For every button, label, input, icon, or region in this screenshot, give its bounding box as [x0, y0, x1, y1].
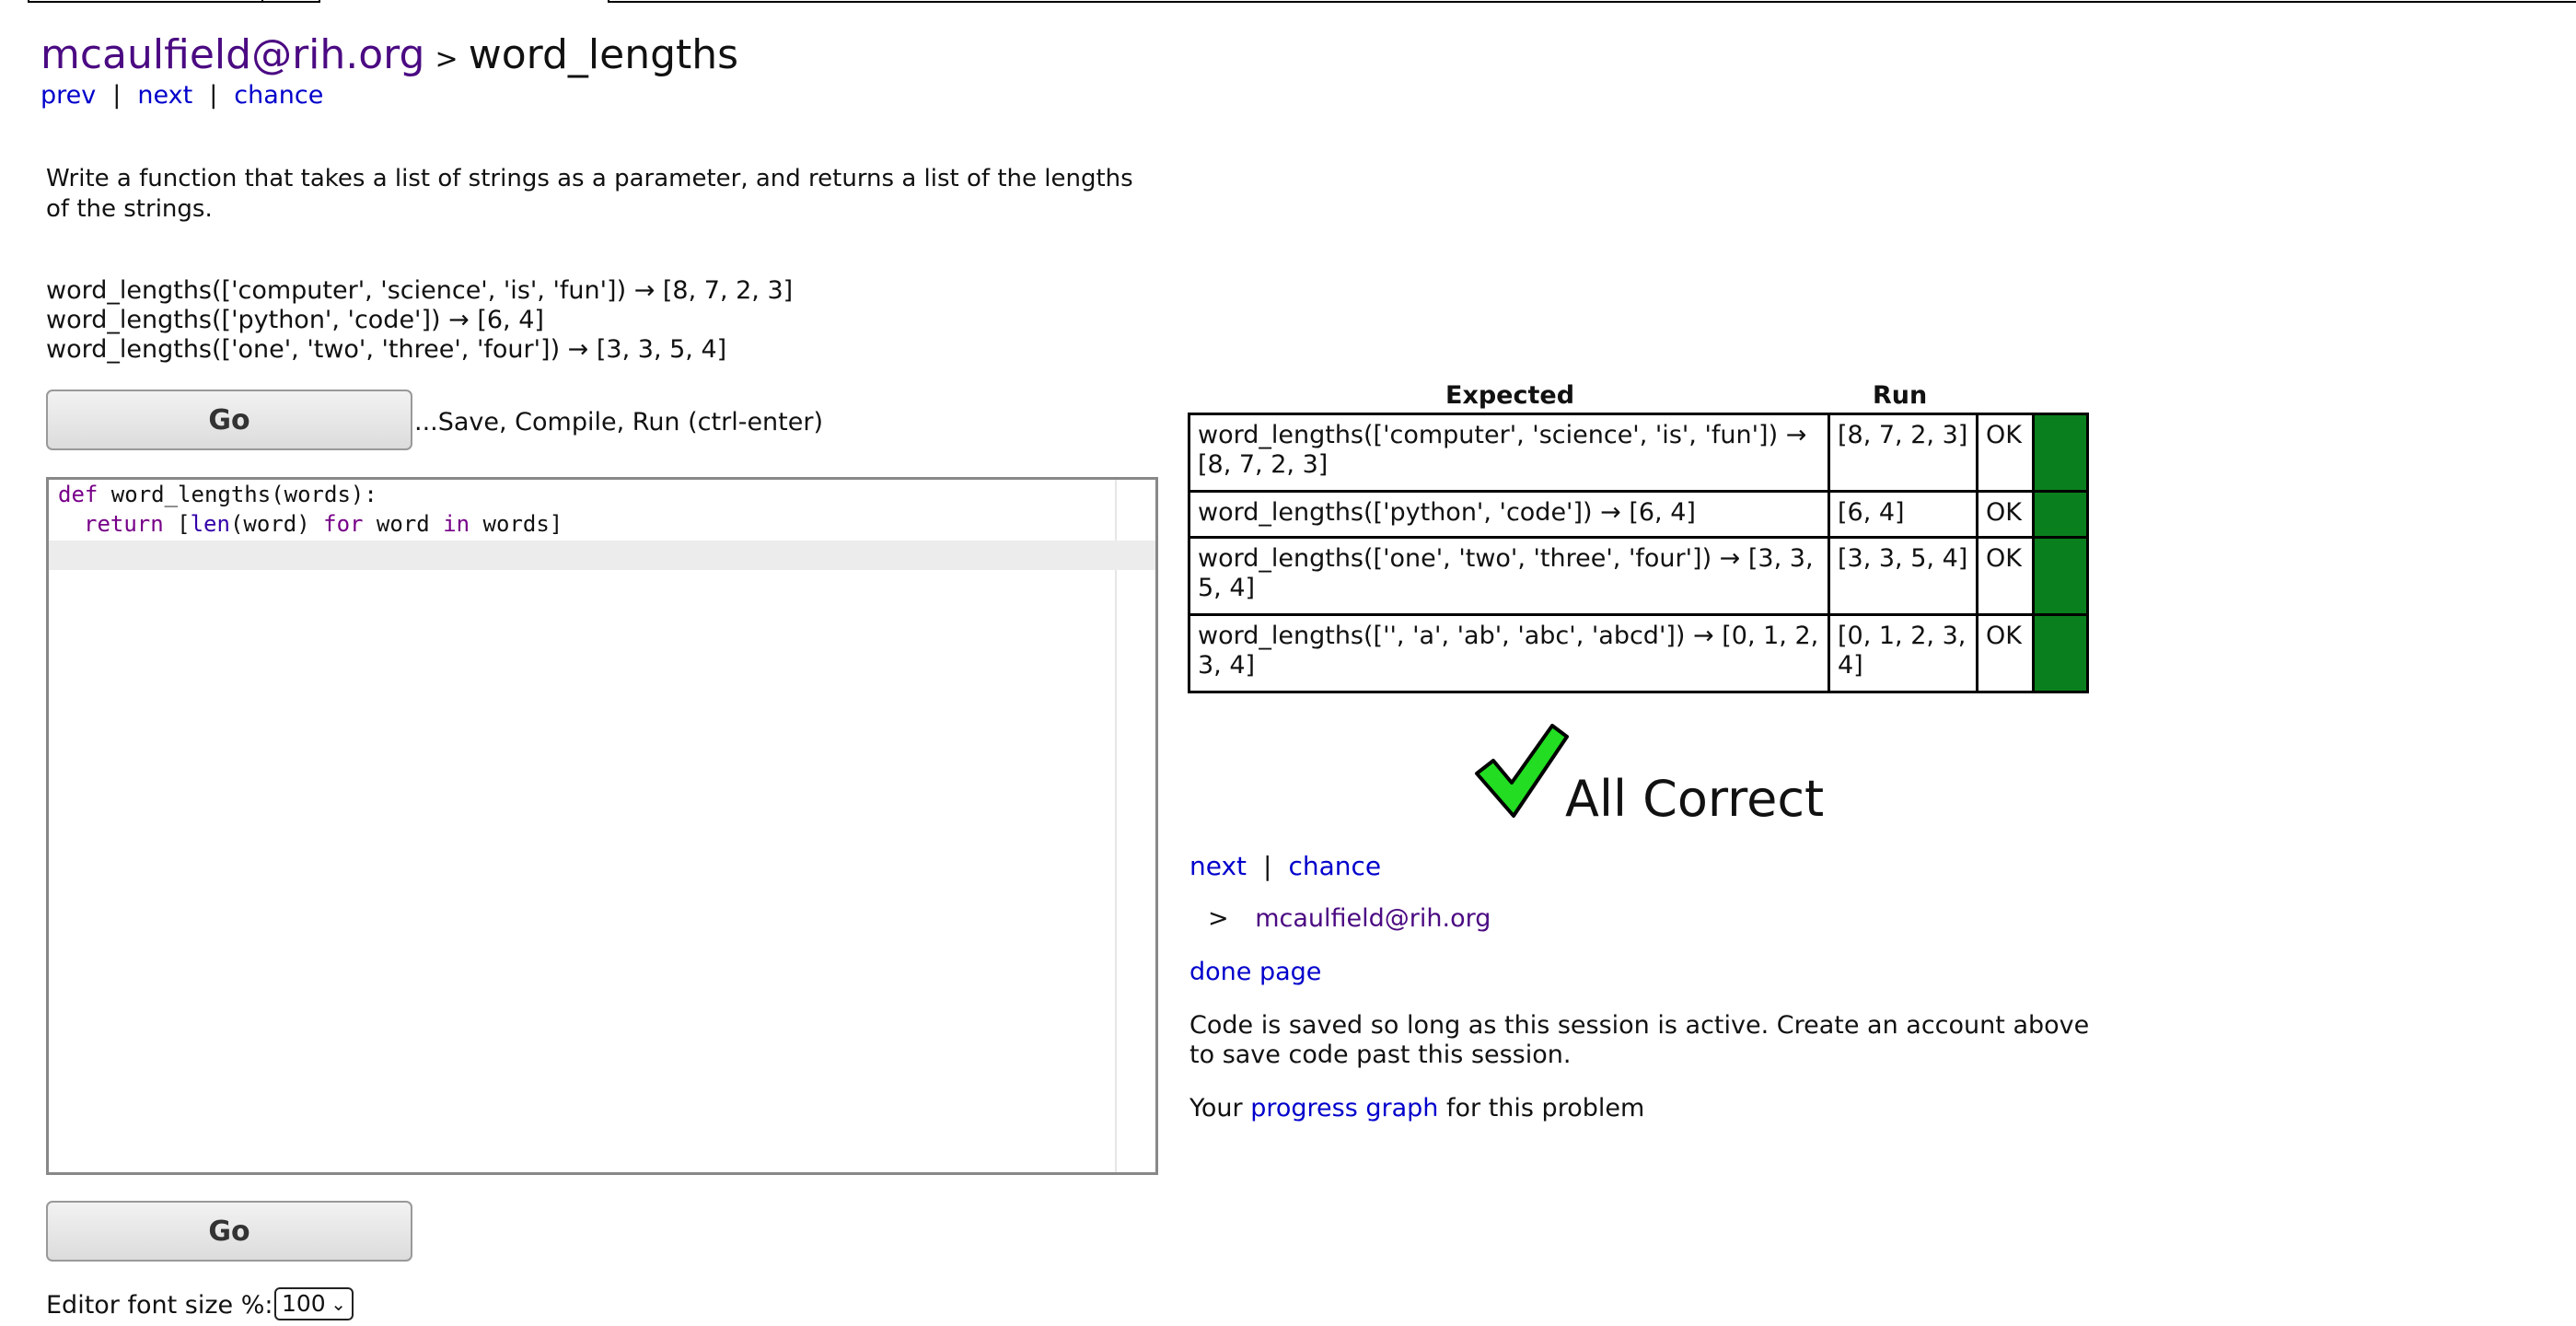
active-line-highlight: [49, 541, 1155, 570]
go-button[interactable]: Go: [46, 390, 412, 450]
status-cell: OK: [1976, 413, 2035, 493]
prompt-line: of the strings.: [46, 195, 213, 223]
font-size-select[interactable]: 100 ⌄: [274, 1287, 354, 1320]
example-line: word_lengths(['computer', 'science', 'is…: [46, 276, 794, 305]
user-link[interactable]: mcaulfield@rih.org: [41, 31, 424, 78]
expected-cell: word_lengths(['python', 'code']) → [6, 4…: [1188, 490, 1830, 539]
builtin: len: [190, 511, 230, 537]
expected-cell: word_lengths(['computer', 'science', 'is…: [1188, 413, 1830, 493]
breadcrumb: mcaulfield@rih.org > word_lengths: [41, 31, 738, 78]
keyword: def: [58, 482, 99, 507]
editor-margin-line: [1115, 480, 1117, 1172]
code-text: word_lengths(words):: [98, 482, 377, 507]
example-line: word_lengths(['python', 'code']) → [6, 4…: [46, 306, 544, 334]
table-row: word_lengths(['computer', 'science', 'is…: [1188, 413, 2089, 493]
chance-link-result[interactable]: chance: [1288, 851, 1381, 881]
results-table: word_lengths(['computer', 'science', 'is…: [1188, 413, 2089, 693]
run-cell: [6, 4]: [1828, 490, 1978, 539]
expected-cell: word_lengths(['', 'a', 'ab', 'abc', 'abc…: [1188, 613, 1830, 693]
result-nav: next | chance: [1189, 851, 1381, 881]
table-row: word_lengths(['one', 'two', 'three', 'fo…: [1188, 536, 2089, 616]
breadcrumb-separator: >: [1208, 904, 1229, 933]
go-hint: ...Save, Compile, Run (ctrl-enter): [414, 408, 823, 436]
code-text: word: [363, 511, 444, 537]
run-cell: [8, 7, 2, 3]: [1828, 413, 1978, 493]
nav-separator: |: [112, 81, 122, 110]
keyword: return: [84, 511, 164, 537]
pass-indicator: [2032, 490, 2089, 539]
save-notice-line: to save code past this session.: [1189, 1041, 1572, 1069]
checkmark-icon: [1475, 724, 1569, 818]
progress-row: Your progress graph for this problem: [1189, 1094, 1644, 1123]
nav-separator: |: [209, 81, 218, 110]
status-cell: OK: [1976, 613, 2035, 693]
table-row: word_lengths(['python', 'code']) → [6, 4…: [1188, 490, 2089, 539]
next-link-result[interactable]: next: [1189, 851, 1247, 881]
prev-link[interactable]: prev: [41, 81, 96, 110]
code-text: [: [163, 511, 191, 537]
status-cell: OK: [1976, 536, 2035, 616]
progress-suffix: for this problem: [1438, 1094, 1645, 1122]
user-link-result[interactable]: mcaulfield@rih.org: [1255, 904, 1491, 933]
example-line: word_lengths(['one', 'two', 'three', 'fo…: [46, 335, 727, 364]
top-tab-strip: [0, 0, 2576, 3]
chance-link[interactable]: chance: [234, 81, 323, 110]
save-notice-line: Code is saved so long as this session is…: [1189, 1011, 2090, 1040]
all-correct-message: All Correct: [1565, 770, 1825, 828]
code-editor[interactable]: def word_lengths(words): return [len(wor…: [46, 477, 1158, 1175]
table-row: word_lengths(['', 'a', 'ab', 'abc', 'abc…: [1188, 613, 2089, 693]
font-size-label: Editor font size %:: [46, 1291, 273, 1320]
status-cell: OK: [1976, 490, 2035, 539]
prompt-line: Write a function that takes a list of st…: [46, 165, 1133, 192]
code-line: def word_lengths(words):: [58, 480, 377, 509]
problem-nav: prev | next | chance: [41, 81, 323, 110]
problem-statement: Write a function that takes a list of st…: [46, 164, 1151, 225]
expected-cell: word_lengths(['one', 'two', 'three', 'fo…: [1188, 536, 1830, 616]
breadcrumb-separator: >: [435, 43, 458, 76]
header-expected: Expected: [1445, 381, 1575, 410]
save-notice: Code is saved so long as this session is…: [1189, 1011, 2089, 1070]
pass-indicator: [2032, 413, 2089, 493]
pass-indicator: [2032, 536, 2089, 616]
examples: word_lengths(['computer', 'science', 'is…: [46, 276, 793, 365]
font-size-value: 100: [282, 1290, 326, 1317]
progress-prefix: Your: [1189, 1094, 1251, 1122]
progress-graph-link[interactable]: progress graph: [1250, 1094, 1438, 1122]
code-text: words]: [470, 511, 563, 537]
done-page-row: done page: [1189, 958, 1321, 986]
go-button-bottom[interactable]: Go: [46, 1201, 412, 1262]
user-crumb: > mcaulfield@rih.org: [1208, 904, 1491, 933]
done-page-link[interactable]: done page: [1189, 958, 1321, 986]
code-line: return [len(word) for word in words]: [84, 509, 563, 539]
keyword: in: [443, 511, 470, 537]
nav-separator: |: [1263, 851, 1272, 881]
page-title: word_lengths: [468, 31, 739, 78]
header-run: Run: [1873, 381, 1928, 410]
pass-indicator: [2032, 613, 2089, 693]
tab-edge: [319, 0, 320, 3]
tab-underline: [28, 1, 319, 3]
next-link[interactable]: next: [137, 81, 192, 110]
run-cell: [3, 3, 5, 4]: [1828, 536, 1978, 616]
chevron-down-icon: ⌄: [331, 1293, 346, 1315]
code-text: (word): [229, 511, 324, 537]
tab-underline: [608, 1, 2576, 3]
run-cell: [0, 1, 2, 3, 4]: [1828, 613, 1978, 693]
keyword: for: [323, 511, 364, 537]
